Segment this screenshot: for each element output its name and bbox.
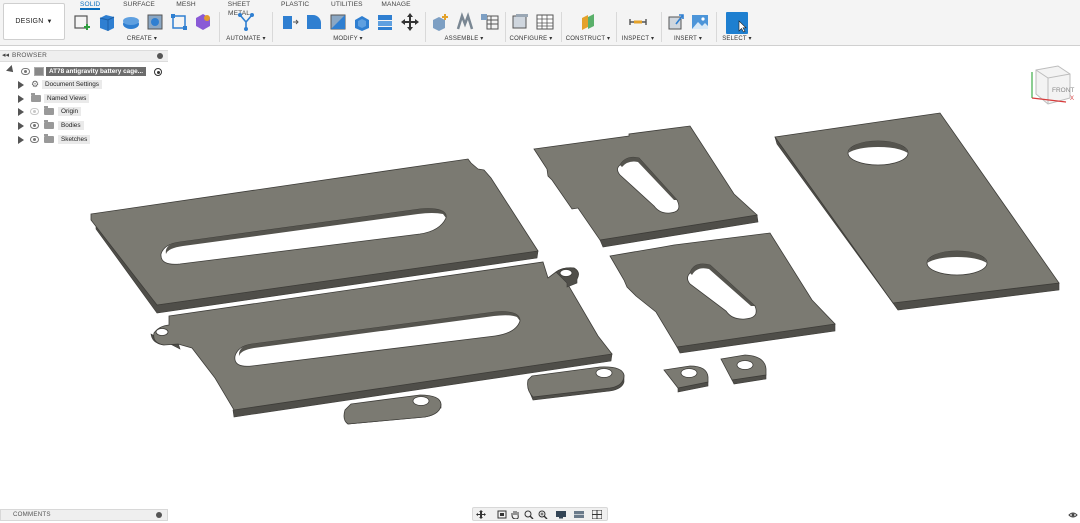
group-insert[interactable]: INSERT ▾ xyxy=(668,35,708,43)
svg-text:X: X xyxy=(1070,96,1074,102)
look-at-icon[interactable] xyxy=(497,510,507,519)
screen-capture-icon[interactable] xyxy=(1068,511,1078,519)
plate-right[interactable] xyxy=(774,112,1060,311)
group-construct[interactable]: CONSTRUCT ▾ xyxy=(563,35,613,43)
viewports-icon[interactable] xyxy=(592,510,602,519)
toolbar-separator xyxy=(505,12,506,42)
grid-snaps-icon[interactable] xyxy=(574,510,584,519)
select-tool-button[interactable] xyxy=(726,12,748,34)
shell-icon[interactable] xyxy=(352,12,372,32)
comments-title: COMMENTS xyxy=(13,511,51,518)
create-sketch-icon[interactable] xyxy=(73,12,93,32)
plate-small-top[interactable] xyxy=(533,125,759,248)
toolbar-separator xyxy=(561,12,562,42)
display-settings-icon[interactable] xyxy=(556,510,566,519)
pan-hand-icon[interactable] xyxy=(510,510,520,519)
offset-plane-icon[interactable] xyxy=(578,12,598,32)
toolbar-separator xyxy=(616,12,617,42)
tab-piece-2[interactable] xyxy=(527,366,625,401)
workspace-switcher-button[interactable]: DESIGN ▼ xyxy=(3,3,65,40)
configure-icon[interactable] xyxy=(510,12,530,32)
chamfer-icon[interactable] xyxy=(328,12,348,32)
group-configure[interactable]: CONFIGURE ▾ xyxy=(508,35,554,43)
toolbar-separator xyxy=(716,12,717,42)
move-copy-icon[interactable] xyxy=(400,12,420,32)
joint-icon[interactable] xyxy=(455,12,475,32)
tab-plastic[interactable]: PLASTIC xyxy=(281,0,309,10)
automate-icon[interactable] xyxy=(236,12,256,32)
group-inspect[interactable]: INSPECT ▾ xyxy=(618,35,658,43)
tab-sheet-metal[interactable]: SHEET METAL xyxy=(216,0,262,17)
chevron-down-icon: ▼ xyxy=(46,18,53,25)
combine-icon[interactable] xyxy=(376,12,396,32)
tab-piece-3[interactable] xyxy=(663,365,709,393)
group-assemble[interactable]: ASSEMBLE ▾ xyxy=(442,35,486,43)
toolbar-separator xyxy=(425,12,426,42)
extrude-icon[interactable] xyxy=(97,12,117,32)
toolbar-separator xyxy=(661,12,662,42)
measure-icon[interactable] xyxy=(628,12,648,32)
group-create[interactable]: CREATE ▾ xyxy=(120,35,164,43)
as-built-joint-icon[interactable] xyxy=(480,12,500,32)
panel-options-icon[interactable] xyxy=(156,512,162,518)
press-pull-icon[interactable] xyxy=(280,12,300,32)
insert-image-icon[interactable] xyxy=(690,12,710,32)
group-modify[interactable]: MODIFY ▾ xyxy=(324,35,372,43)
tab-surface[interactable]: SURFACE xyxy=(122,0,156,10)
fillet-icon[interactable] xyxy=(304,12,324,32)
tab-piece-1[interactable] xyxy=(343,394,442,425)
form-icon[interactable] xyxy=(169,12,189,32)
zoom-icon[interactable] xyxy=(524,510,534,519)
revolve-icon[interactable] xyxy=(121,12,141,32)
configuration-table-icon[interactable] xyxy=(535,12,555,32)
orbit-constrained-icon[interactable] xyxy=(476,510,486,519)
toolbar-separator xyxy=(219,12,220,42)
tab-piece-4[interactable] xyxy=(720,354,767,385)
fit-window-icon[interactable] xyxy=(538,510,548,519)
navigation-bar xyxy=(472,507,608,521)
workspace-label: DESIGN xyxy=(15,18,44,25)
view-cube[interactable]: FRONT X xyxy=(1028,62,1078,110)
toolbar-separator xyxy=(272,12,273,42)
group-select[interactable]: SELECT ▾ xyxy=(720,35,754,43)
tab-solid[interactable]: SOLID xyxy=(80,0,100,10)
3d-viewport[interactable]: .top { fill: #7b7a72; stroke: #3e3d39; s… xyxy=(0,46,1080,506)
toolbar: DESIGN ▼ SOLID SURFACE MESH SHEET METAL … xyxy=(0,0,1080,46)
group-automate[interactable]: AUTOMATE ▾ xyxy=(224,35,268,43)
tab-mesh[interactable]: MESH xyxy=(176,0,196,10)
comments-panel-header[interactable]: COMMENTS xyxy=(0,509,168,521)
view-cube-face-label[interactable]: FRONT xyxy=(1052,87,1074,94)
hole-icon[interactable] xyxy=(145,12,165,32)
insert-derive-icon[interactable] xyxy=(666,12,686,32)
derive-icon[interactable] xyxy=(193,12,213,32)
tab-manage[interactable]: MANAGE xyxy=(381,0,411,10)
plate-small-bottom[interactable] xyxy=(609,232,836,354)
new-component-icon[interactable] xyxy=(430,12,450,32)
tab-utilities[interactable]: UTILITIES xyxy=(331,0,363,10)
